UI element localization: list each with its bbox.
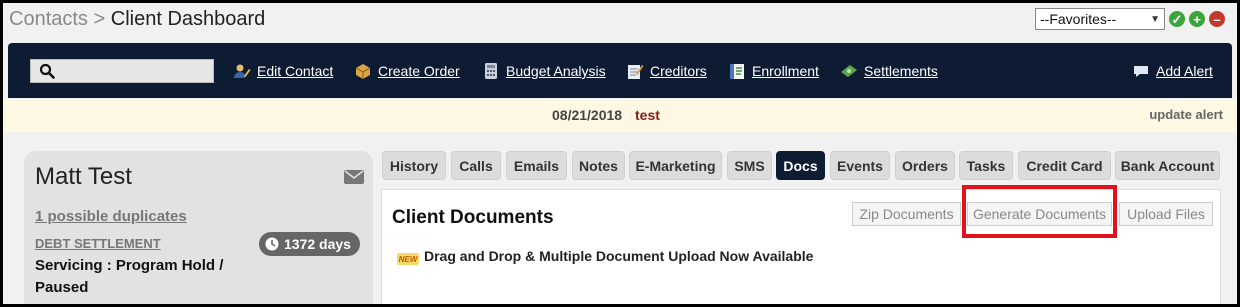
settlements-link[interactable]: Settlements [840,62,938,80]
enrollment-link[interactable]: Enrollment [728,62,819,80]
documents-panel: Client Documents Zip Documents Generate … [381,185,1221,304]
program-type-link[interactable]: DEBT SETTLEMENT [35,236,161,251]
update-alert-link[interactable]: update alert [1149,107,1223,122]
possible-duplicates-link[interactable]: 1 possible duplicates [35,208,187,225]
contact-panel: Matt Test 1 possible duplicates DEBT SET… [24,151,373,304]
search-icon [39,63,55,79]
page-title: Client Dashboard [110,8,266,30]
breadcrumb-contacts-link[interactable]: Contacts [9,8,88,30]
tab-emails[interactable]: Emails [506,151,567,180]
tab-docs[interactable]: Docs [776,151,825,180]
create-order-icon [355,64,371,79]
money-icon [841,65,857,77]
add-icon[interactable]: + [1189,11,1205,27]
favorites-selected-value: --Favorites-- [1040,11,1117,27]
main-toolbar: Edit Contact Create Order Budget Analysi… [8,43,1232,98]
title-bar: Contacts > Client Dashboard --Favorites-… [3,3,1237,39]
app-window: Contacts > Client Dashboard --Favorites-… [3,3,1237,304]
creditors-icon [628,65,644,79]
create-order-link[interactable]: Create Order [354,62,460,80]
zip-documents-button[interactable]: Zip Documents [852,202,961,226]
tab-orders[interactable]: Orders [895,151,955,180]
create-order-label: Create Order [378,63,460,79]
enrollment-icon [730,64,744,79]
tab-credit-card[interactable]: Credit Card [1018,151,1111,180]
creditors-label: Creditors [650,63,707,79]
tab-calls[interactable]: Calls [451,151,501,180]
tab-history[interactable]: History [382,151,446,180]
alert-bar: 08/21/2018 test update alert [3,99,1237,132]
search-input[interactable] [30,59,214,83]
favorites-select[interactable]: --Favorites-- ▼ [1035,8,1165,30]
days-badge: 1372 days [259,232,360,256]
days-count: 1372 days [284,236,351,252]
upload-notice: Drag and Drop & Multiple Document Upload… [424,248,814,264]
envelope-icon[interactable] [344,170,364,184]
budget-analysis-label: Budget Analysis [506,63,606,79]
settlements-label: Settlements [864,63,938,79]
edit-contact-link[interactable]: Edit Contact [233,62,333,80]
check-icon[interactable]: ✓ [1169,11,1185,27]
remove-icon[interactable]: – [1209,11,1225,27]
chevron-down-icon: ▼ [1150,13,1160,25]
clock-icon [265,237,279,251]
edit-contact-label: Edit Contact [257,63,334,79]
new-badge: NEW [397,253,419,265]
tab-events[interactable]: Events [830,151,890,180]
highlight-box [962,185,1117,238]
add-alert-label: Add Alert [1156,63,1213,79]
creditors-link[interactable]: Creditors [626,62,707,80]
contact-status: Servicing : Program Hold / Paused [35,257,224,296]
edit-contact-icon [234,64,251,78]
tab-tasks[interactable]: Tasks [959,151,1013,180]
breadcrumb: Contacts > Client Dashboard [9,8,265,31]
documents-title: Client Documents [392,207,554,228]
enrollment-label: Enrollment [752,63,819,79]
contact-name: Matt Test [35,163,132,190]
add-alert-link[interactable]: Add Alert [1132,62,1213,80]
alert-date: 08/21/2018 [552,107,623,123]
breadcrumb-separator: > [93,8,106,30]
alert-text: test [635,107,660,123]
tab-notes[interactable]: Notes [572,151,625,180]
tab-bank-account[interactable]: Bank Account [1115,151,1220,180]
tab-sms[interactable]: SMS [727,151,772,180]
upload-files-button[interactable]: Upload Files [1119,202,1213,226]
tab-e-marketing[interactable]: E-Marketing [629,151,722,180]
speech-bubble-icon [1134,66,1148,77]
calculator-icon [485,63,497,79]
budget-analysis-link[interactable]: Budget Analysis [482,62,606,80]
